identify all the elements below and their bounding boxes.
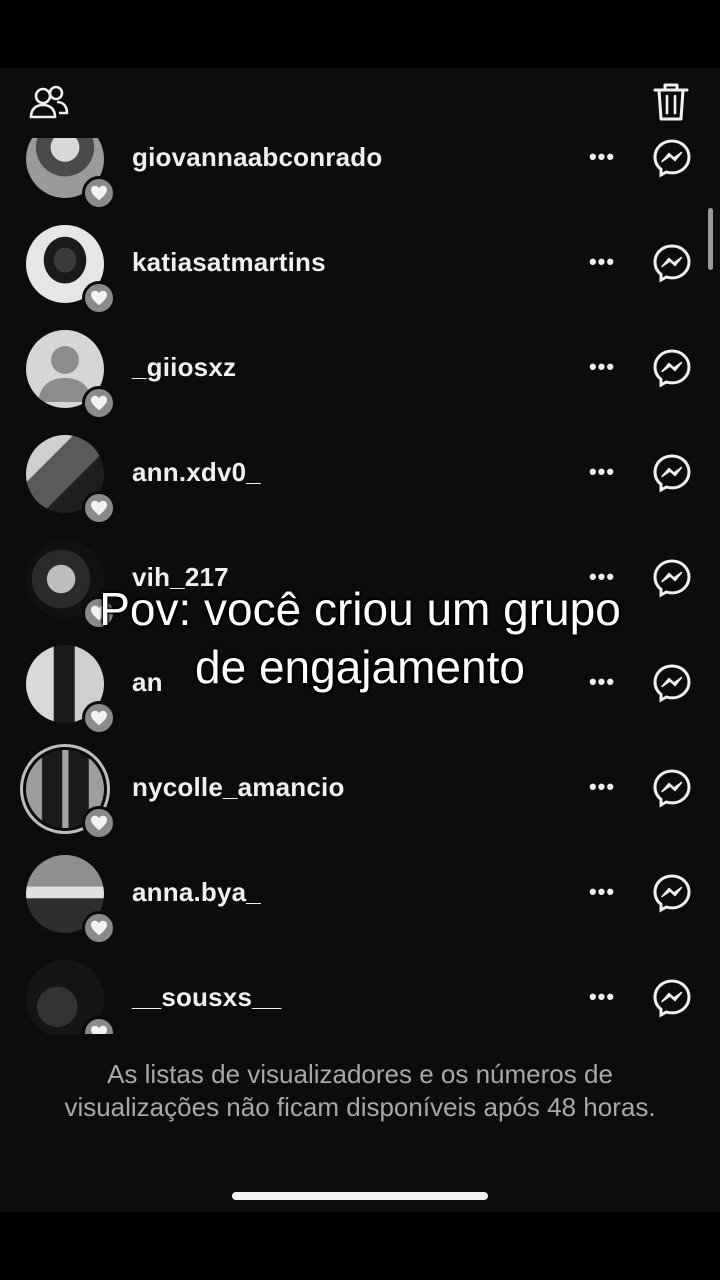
list-item[interactable]: nycolle_amancio ••• xyxy=(0,736,720,841)
list-item[interactable]: katiasatmartins ••• xyxy=(0,211,720,316)
heart-icon xyxy=(82,386,116,420)
messenger-icon[interactable] xyxy=(650,241,694,285)
list-item[interactable]: __sousxs__ ••• xyxy=(0,946,720,1034)
trash-icon[interactable] xyxy=(649,80,693,124)
more-options-button[interactable]: ••• xyxy=(584,352,620,382)
video-caption-overlay: Pov: você criou um grupo de engajamento xyxy=(0,580,720,696)
username[interactable]: ann.xdv0_ xyxy=(132,457,261,488)
username[interactable]: katiasatmartins xyxy=(132,247,326,278)
avatar[interactable] xyxy=(20,744,116,840)
heart-icon xyxy=(82,806,116,840)
home-indicator[interactable] xyxy=(232,1192,488,1200)
username[interactable]: _giiosxz xyxy=(132,352,236,383)
avatar[interactable] xyxy=(26,960,116,1034)
bottom-letterbox xyxy=(0,1212,720,1280)
more-options-button[interactable]: ••• xyxy=(584,457,620,487)
more-options-button[interactable]: ••• xyxy=(584,982,620,1012)
more-options-button[interactable]: ••• xyxy=(584,247,620,277)
messenger-icon[interactable] xyxy=(650,346,694,390)
avatar[interactable] xyxy=(26,855,116,945)
scrollbar[interactable] xyxy=(708,208,713,270)
heart-icon xyxy=(82,701,116,735)
username[interactable]: __sousxs__ xyxy=(132,982,281,1013)
list-item[interactable]: anna.bya_ ••• xyxy=(0,841,720,946)
messenger-icon[interactable] xyxy=(650,871,694,915)
messenger-icon[interactable] xyxy=(650,766,694,810)
heart-icon xyxy=(82,491,116,525)
heart-icon xyxy=(82,176,116,210)
caption-line-1: Pov: você criou um grupo xyxy=(99,583,621,635)
viewers-list[interactable]: giovannaabconrado ••• katiasatmartins ••… xyxy=(0,68,720,1034)
messenger-icon[interactable] xyxy=(650,451,694,495)
avatar[interactable] xyxy=(26,330,116,420)
more-options-button[interactable]: ••• xyxy=(584,142,620,172)
username[interactable]: anna.bya_ xyxy=(132,877,261,908)
username[interactable]: nycolle_amancio xyxy=(132,772,345,803)
sheet-header xyxy=(0,68,720,138)
avatar[interactable] xyxy=(26,225,116,315)
viewers-info-note: As listas de visualizadores e os números… xyxy=(64,1059,656,1122)
more-options-button[interactable]: ••• xyxy=(584,877,620,907)
list-item[interactable]: ann.xdv0_ ••• xyxy=(0,421,720,526)
messenger-icon[interactable] xyxy=(650,976,694,1020)
heart-icon xyxy=(82,911,116,945)
caption-line-2: de engajamento xyxy=(195,641,525,693)
list-item[interactable]: _giiosxz ••• xyxy=(0,316,720,421)
username[interactable]: giovannaabconrado xyxy=(132,142,382,173)
people-icon[interactable] xyxy=(27,80,71,124)
avatar[interactable] xyxy=(26,435,116,525)
more-options-button[interactable]: ••• xyxy=(584,772,620,802)
status-bar-area xyxy=(0,0,720,68)
heart-icon xyxy=(82,281,116,315)
messenger-icon[interactable] xyxy=(650,136,694,180)
